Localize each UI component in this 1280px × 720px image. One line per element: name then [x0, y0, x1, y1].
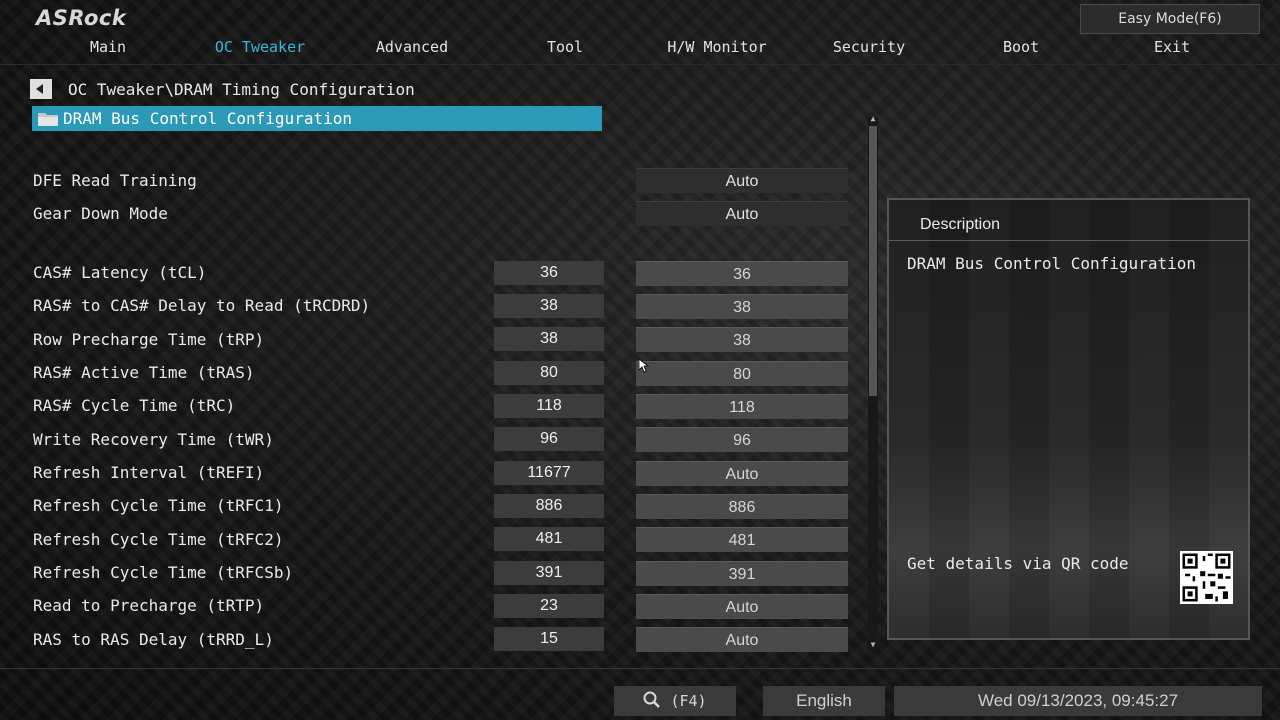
timing-current-value: 11677 — [494, 461, 604, 485]
timing-label: RAS to RAS Delay (tRRD_L) — [33, 630, 274, 649]
qr-code-icon — [1180, 551, 1233, 604]
timing-label: RAS# to CAS# Delay to Read (tRCDRD) — [33, 296, 371, 315]
main-tabs: Main OC Tweaker Advanced Tool H/W Monito… — [0, 38, 1280, 64]
search-shortcut-label: (F4) — [670, 692, 707, 710]
timing-setting-field[interactable]: Auto — [636, 461, 848, 486]
language-button[interactable]: English — [763, 686, 885, 716]
timing-label: Write Recovery Time (tWR) — [33, 430, 274, 449]
timing-label: RAS# Cycle Time (tRC) — [33, 396, 236, 415]
timing-current-value: 481 — [494, 527, 604, 551]
timing-current-value: 118 — [494, 394, 604, 418]
scroll-down-arrow-icon[interactable]: ▼ — [868, 640, 878, 650]
timing-setting-field[interactable]: 96 — [636, 427, 848, 452]
asrock-logo: ASRock — [36, 6, 127, 30]
tab-divider — [0, 64, 1280, 65]
timing-label: Refresh Cycle Time (tRFC2) — [33, 530, 284, 549]
timing-setting-field[interactable]: 36 — [636, 261, 848, 286]
timing-current-value: 38 — [494, 327, 604, 351]
timing-setting-field[interactable]: 886 — [636, 494, 848, 519]
timing-setting-field[interactable]: 80 — [636, 361, 848, 386]
search-button[interactable]: (F4) — [614, 686, 736, 716]
timing-current-value: 15 — [494, 627, 604, 651]
option-label-gear-down-mode: Gear Down Mode — [33, 204, 168, 223]
tab-boot[interactable]: Boot — [1003, 38, 1039, 56]
timing-setting-field[interactable]: 38 — [636, 294, 848, 319]
timing-setting-field[interactable]: 481 — [636, 527, 848, 552]
easy-mode-button[interactable]: Easy Mode(F6) — [1080, 4, 1260, 34]
timing-label: Row Precharge Time (tRP) — [33, 330, 265, 349]
qr-code-label: Get details via QR code — [907, 554, 1129, 573]
timing-current-value: 80 — [494, 361, 604, 385]
timing-label: Refresh Cycle Time (tRFC1) — [33, 496, 284, 515]
timing-label: Refresh Interval (tREFI) — [33, 463, 265, 482]
datetime-display[interactable]: Wed 09/13/2023, 09:45:27 — [894, 686, 1262, 716]
description-divider — [889, 240, 1248, 241]
option-dfe-read-training-select[interactable]: Auto — [636, 168, 848, 193]
timing-current-value: 886 — [494, 494, 604, 518]
folder-icon — [38, 113, 58, 126]
timing-current-value: 36 — [494, 261, 604, 285]
option-label-dfe-read-training: DFE Read Training — [33, 171, 197, 190]
timing-setting-field[interactable]: 391 — [636, 561, 848, 586]
timing-setting-field[interactable]: 118 — [636, 394, 848, 419]
timing-setting-field[interactable]: 38 — [636, 327, 848, 352]
timing-current-value: 391 — [494, 561, 604, 585]
selected-menu-item-label: DRAM Bus Control Configuration — [63, 109, 352, 128]
back-arrow-icon[interactable] — [30, 79, 52, 99]
search-icon — [643, 691, 661, 708]
description-title: Description — [920, 216, 1001, 233]
scrollbar-thumb[interactable] — [869, 126, 877, 396]
tab-main[interactable]: Main — [90, 38, 126, 56]
description-text: DRAM Bus Control Configuration — [907, 254, 1196, 273]
option-gear-down-mode-select[interactable]: Auto — [636, 201, 848, 226]
tab-exit[interactable]: Exit — [1154, 38, 1190, 56]
timing-label: Read to Precharge (tRTP) — [33, 596, 265, 615]
breadcrumb: OC Tweaker\DRAM Timing Configuration — [68, 80, 415, 99]
timing-label: Refresh Cycle Time (tRFCSb) — [33, 563, 294, 582]
mouse-cursor-icon — [639, 359, 649, 373]
timing-current-value: 96 — [494, 427, 604, 451]
tab-hw-monitor[interactable]: H/W Monitor — [667, 38, 766, 56]
timing-label: RAS# Active Time (tRAS) — [33, 363, 255, 382]
timing-current-value: 23 — [494, 594, 604, 618]
scroll-up-arrow-icon[interactable]: ▲ — [868, 114, 878, 124]
timing-setting-field[interactable]: Auto — [636, 627, 848, 652]
tab-advanced[interactable]: Advanced — [376, 38, 448, 56]
tab-tool[interactable]: Tool — [547, 38, 583, 56]
timing-current-value: 38 — [494, 294, 604, 318]
tab-security[interactable]: Security — [833, 38, 905, 56]
timing-setting-field[interactable]: Auto — [636, 594, 848, 619]
tab-oc-tweaker[interactable]: OC Tweaker — [215, 38, 305, 56]
timing-label: CAS# Latency (tCL) — [33, 263, 207, 282]
footer-divider — [0, 668, 1280, 669]
